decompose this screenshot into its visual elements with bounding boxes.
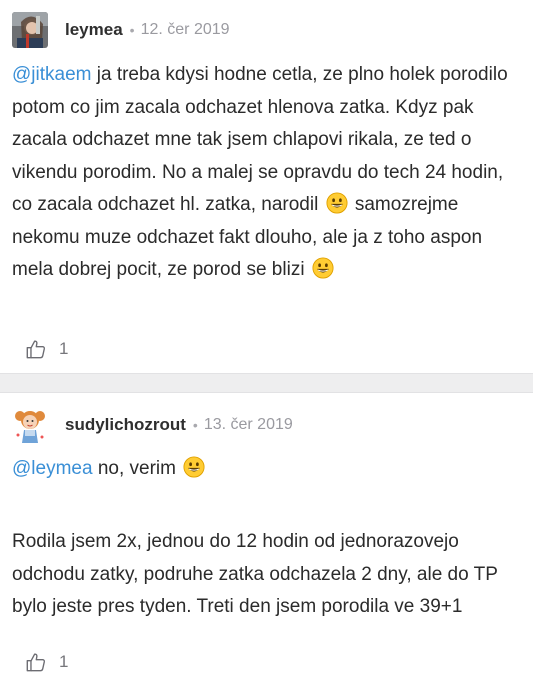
comment-paragraph: @leymea no, verim — [12, 453, 519, 486]
separator-dot: • — [129, 22, 135, 38]
like-count: 1 — [59, 339, 69, 358]
separator-dot: • — [192, 417, 198, 433]
user-photo-avatar-icon — [12, 12, 48, 48]
comment-header: sudylichozrout • 13. čer 2019 — [12, 407, 293, 443]
mention-link[interactable]: @leymea — [12, 458, 93, 479]
username[interactable]: sudylichozrout — [65, 415, 186, 435]
comment-post: sudylichozrout • 13. čer 2019 @leymea no… — [0, 393, 533, 680]
mention-link[interactable]: @jitkaem — [12, 64, 91, 85]
comment-text: Rodila jsem 2x, jednou do 12 hodin od je… — [12, 526, 519, 624]
thumbs-up-icon — [26, 340, 45, 359]
grinning-face-emoji-icon — [312, 257, 334, 279]
thumbs-up-icon — [26, 653, 45, 672]
comment-post: leymea • 12. čer 2019 @jitkaem ja treba … — [0, 0, 533, 373]
post-divider — [0, 373, 533, 393]
like-button[interactable]: 1 — [25, 338, 68, 360]
cartoon-girl-avatar-icon — [12, 407, 48, 443]
grinning-face-emoji-icon — [326, 192, 348, 214]
comment-text-part: ja treba kdysi hodne cetla, ze plno hole… — [12, 64, 508, 215]
like-count: 1 — [59, 652, 69, 671]
comment-text-part: no, verim — [92, 458, 176, 479]
user-avatar[interactable] — [12, 407, 48, 443]
comment-text: @leymea no, verim — [12, 453, 519, 486]
comment-paragraph: Rodila jsem 2x, jednou do 12 hodin od je… — [12, 531, 498, 617]
comment-header: leymea • 12. čer 2019 — [12, 12, 230, 48]
grinning-face-emoji-icon — [183, 456, 205, 478]
user-avatar[interactable] — [12, 12, 48, 48]
like-button[interactable]: 1 — [25, 651, 68, 673]
username[interactable]: leymea — [65, 20, 123, 40]
post-date: 12. čer 2019 — [140, 21, 230, 38]
comment-text: @jitkaem ja treba kdysi hodne cetla, ze … — [12, 59, 519, 287]
post-date: 13. čer 2019 — [203, 416, 293, 433]
